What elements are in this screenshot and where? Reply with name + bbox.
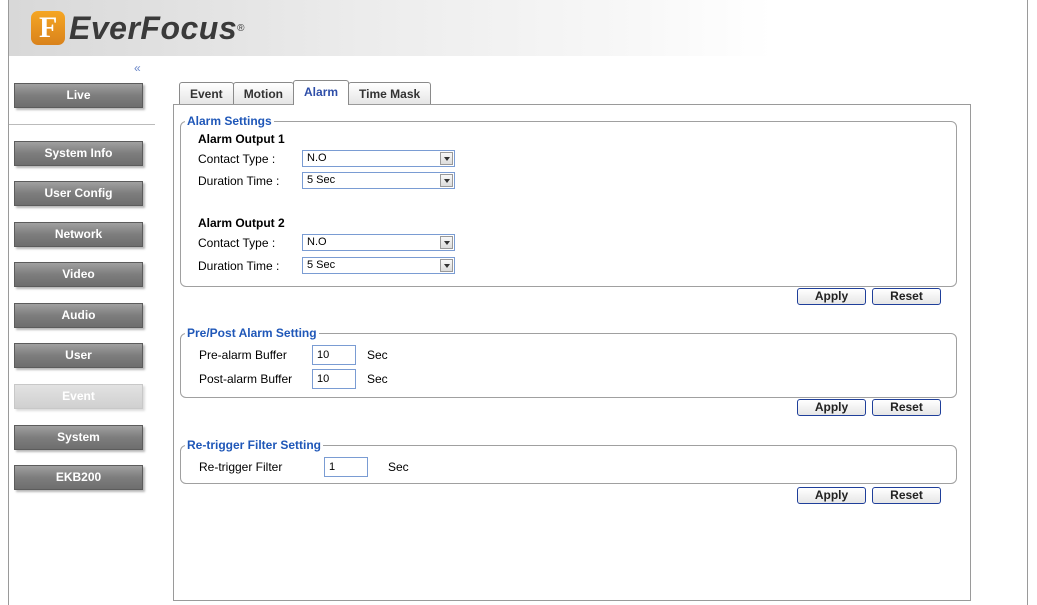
- alarm-settings-group: Alarm Settings: [180, 114, 957, 287]
- post-alarm-unit: Sec: [367, 372, 388, 386]
- logo-text: EverFocus: [69, 9, 238, 46]
- retrigger-filter-label: Re-trigger Filter: [199, 460, 283, 474]
- pre-alarm-buffer-input[interactable]: 10: [312, 345, 356, 365]
- collapse-sidebar-icon[interactable]: «: [134, 61, 141, 75]
- retrigger-apply-button[interactable]: Apply: [797, 487, 866, 504]
- logo-mark-icon: F: [31, 11, 65, 45]
- sidebar-item-network[interactable]: Network: [14, 222, 143, 247]
- sidebar-divider: [9, 124, 155, 125]
- alarm-reset-button[interactable]: Reset: [872, 288, 941, 305]
- alarm-output-1-title: Alarm Output 1: [198, 132, 285, 146]
- chevron-down-icon: [440, 236, 453, 249]
- prepost-alarm-group: Pre/Post Alarm Setting: [180, 326, 957, 398]
- retrigger-reset-button[interactable]: Reset: [872, 487, 941, 504]
- duration-time-2-label: Duration Time :: [198, 259, 280, 273]
- chevron-down-icon: [440, 152, 453, 165]
- contact-type-2-select[interactable]: N.O: [302, 234, 455, 251]
- alarm-output-2-title: Alarm Output 2: [198, 216, 285, 230]
- header-banner: F EverFocus ®: [9, 0, 1027, 56]
- post-alarm-buffer-label: Post-alarm Buffer: [199, 372, 293, 386]
- tab-bar: Event Motion Alarm Time Mask: [179, 78, 432, 105]
- tab-event[interactable]: Event: [179, 82, 234, 105]
- retrigger-filter-group: Re-trigger Filter Setting: [180, 438, 957, 484]
- sidebar-item-event[interactable]: Event: [14, 384, 143, 409]
- retrigger-filter-legend: Re-trigger Filter Setting: [187, 438, 322, 452]
- sidebar-item-system[interactable]: System: [14, 425, 143, 450]
- contact-type-2-label: Contact Type :: [198, 236, 276, 250]
- duration-time-1-select[interactable]: 5 Sec: [302, 172, 455, 189]
- prepost-apply-button[interactable]: Apply: [797, 399, 866, 416]
- prepost-reset-button[interactable]: Reset: [872, 399, 941, 416]
- post-alarm-buffer-input[interactable]: 10: [312, 369, 356, 389]
- sidebar-item-video[interactable]: Video: [14, 262, 143, 287]
- alarm-settings-legend: Alarm Settings: [187, 114, 272, 128]
- pre-alarm-buffer-label: Pre-alarm Buffer: [199, 348, 287, 362]
- contact-type-1-select[interactable]: N.O: [302, 150, 455, 167]
- retrigger-filter-input[interactable]: 1: [324, 457, 368, 477]
- sidebar-item-audio[interactable]: Audio: [14, 303, 143, 328]
- sidebar-item-system-info[interactable]: System Info: [14, 141, 143, 166]
- contact-type-1-label: Contact Type :: [198, 152, 276, 166]
- prepost-alarm-legend: Pre/Post Alarm Setting: [187, 326, 317, 340]
- sidebar-item-user-config[interactable]: User Config: [14, 181, 143, 206]
- sidebar-item-ekb200[interactable]: EKB200: [14, 465, 143, 490]
- pre-alarm-unit: Sec: [367, 348, 388, 362]
- retrigger-unit: Sec: [388, 460, 409, 474]
- tab-motion[interactable]: Motion: [232, 82, 295, 105]
- everfocus-logo: F EverFocus ®: [31, 8, 245, 48]
- chevron-down-icon: [440, 259, 453, 272]
- sidebar-item-user[interactable]: User: [14, 343, 143, 368]
- duration-time-2-select[interactable]: 5 Sec: [302, 257, 455, 274]
- alarm-apply-button[interactable]: Apply: [797, 288, 866, 305]
- chevron-down-icon: [440, 174, 453, 187]
- sidebar-item-live[interactable]: Live: [14, 83, 143, 108]
- duration-time-1-label: Duration Time :: [198, 174, 280, 188]
- tab-time-mask[interactable]: Time Mask: [348, 82, 432, 105]
- tab-alarm[interactable]: Alarm: [293, 80, 350, 105]
- registered-mark: ®: [237, 22, 245, 34]
